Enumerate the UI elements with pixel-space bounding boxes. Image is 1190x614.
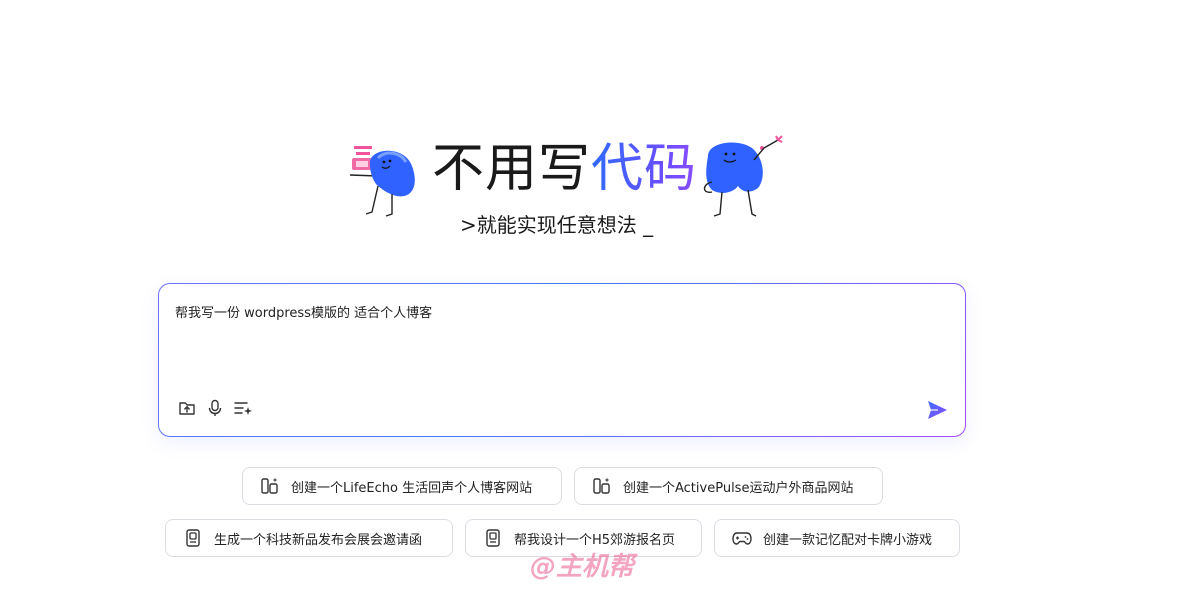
suggestion-chip-lifeecho[interactable]: 创建一个LifeEcho 生活回声个人博客网站 [242, 467, 562, 505]
prompt-optimize-icon [234, 402, 252, 415]
gamepad-icon [732, 528, 752, 548]
suggestion-chip-activepulse[interactable]: 创建一个ActivePulse运动户外商品网站 [574, 467, 883, 505]
page: 不用写代码 >就能实现任意想法 _ 帮我写一份 wordpress模版的 适合个… [0, 0, 1190, 614]
hero: 不用写代码 >就能实现任意想法 _ [0, 128, 1190, 248]
prompt-input-box[interactable]: 帮我写一份 wordpress模版的 适合个人博客 [158, 283, 966, 437]
prompt-textarea[interactable]: 帮我写一份 wordpress模版的 适合个人博客 [175, 302, 432, 321]
suggestion-chip-invitation[interactable]: 生成一个科技新品发布会展会邀请函 [165, 519, 453, 557]
suggestion-label: 创建一个LifeEcho 生活回声个人博客网站 [291, 480, 533, 496]
invitation-icon [483, 528, 503, 548]
prompt-optimize-button[interactable] [233, 398, 253, 418]
prompt-toolbar [177, 398, 253, 418]
suggestion-label: 生成一个科技新品发布会展会邀请函 [214, 532, 423, 548]
send-button[interactable] [925, 398, 949, 422]
website-icon [592, 476, 612, 496]
send-icon [928, 401, 947, 419]
invitation-icon [183, 528, 203, 548]
hero-title-part1: 不用写 [432, 139, 592, 199]
mascot-right-illustration [703, 135, 783, 217]
suggestion-chip-memory-game[interactable]: 创建一款记忆配对卡牌小游戏 [714, 519, 960, 557]
hero-subtitle: >就能实现任意想法 _ [460, 213, 654, 237]
suggestion-label: 创建一款记忆配对卡牌小游戏 [763, 532, 933, 548]
website-icon [260, 476, 280, 496]
watermark: @主机帮 [530, 552, 635, 582]
hero-title-part2: 代码 [591, 139, 698, 199]
suggestion-label: 创建一个ActivePulse运动户外商品网站 [623, 480, 854, 496]
hero-title: 不用写代码 [432, 138, 697, 200]
voice-input-button[interactable] [205, 398, 225, 418]
mascot-left-illustration [349, 146, 415, 217]
microphone-icon [208, 399, 222, 416]
upload-button[interactable] [177, 398, 197, 418]
suggestion-label: 帮我设计一个H5郊游报名页 [514, 532, 676, 548]
upload-icon [179, 402, 195, 415]
